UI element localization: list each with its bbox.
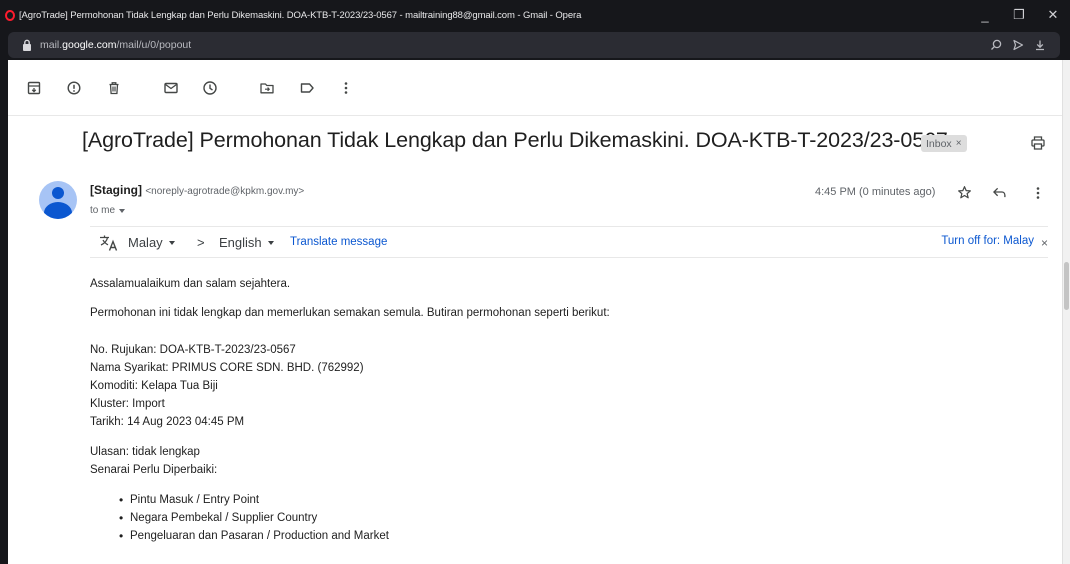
detail-date: Tarikh: 14 Aug 2023 04:45 PM [90, 416, 245, 428]
list-item: Pintu Masuk / Entry Point [119, 494, 259, 507]
list-item: Pengeluaran dan Pasaran / Production and… [119, 530, 389, 543]
close-translate-icon[interactable]: × [1041, 236, 1048, 250]
email-timestamp: 4:45 PM (0 minutes ago) [815, 186, 936, 198]
delete-icon[interactable] [106, 80, 122, 96]
move-to-icon[interactable] [259, 80, 275, 96]
restore-button[interactable]: ❐ [1002, 7, 1036, 23]
inbox-label-badge[interactable]: Inbox × [921, 135, 967, 152]
more-options-icon[interactable] [338, 80, 354, 96]
turn-off-translation-link[interactable]: Turn off for: Malay [941, 235, 1034, 247]
url-field[interactable]: mail.google.com/mail/u/0/popout [8, 32, 1060, 58]
window-title: [AgroTrade] Permohonan Tidak Lengkap dan… [19, 9, 582, 21]
remove-label-icon[interactable]: × [956, 138, 962, 149]
search-icon[interactable] [990, 39, 1002, 51]
chevron-right-icon: > [197, 235, 205, 250]
print-icon[interactable] [1030, 135, 1046, 156]
send-icon[interactable] [1012, 39, 1024, 51]
archive-icon[interactable] [26, 80, 42, 96]
star-icon[interactable] [957, 185, 972, 205]
intro-text: Permohonan ini tidak lengkap dan memerlu… [90, 307, 610, 319]
label-icon[interactable] [299, 80, 315, 96]
translate-message-link[interactable]: Translate message [290, 236, 387, 248]
recipient-toggle[interactable]: to me [90, 205, 126, 216]
reply-icon[interactable] [992, 186, 1007, 204]
detail-reference: No. Rujukan: DOA-KTB-T-2023/23-0567 [90, 344, 296, 356]
sender-avatar [39, 181, 77, 219]
source-language-label: Malay [128, 235, 163, 250]
remark-text: Ulasan: tidak lengkap [90, 446, 200, 458]
window-title-bar: [AgroTrade] Permohonan Tidak Lengkap dan… [0, 0, 1070, 30]
message-toolbar [8, 60, 1062, 116]
lock-icon [22, 39, 32, 51]
address-bar: mail.google.com/mail/u/0/popout [0, 30, 1070, 87]
detail-cluster: Kluster: Import [90, 398, 165, 410]
caret-down-icon [168, 240, 175, 245]
url-text: mail.google.com/mail/u/0/popout [40, 39, 192, 51]
list-item: Negara Pembekal / Supplier Country [119, 512, 317, 525]
scrollbar-thumb[interactable] [1064, 262, 1069, 310]
greeting-text: Assalamualaikum dan salam sejahtera. [90, 278, 291, 290]
email-subject: [AgroTrade] Permohonan Tidak Lengkap dan… [82, 128, 948, 152]
avatar-head [52, 187, 64, 199]
caret-down-icon [267, 240, 274, 245]
sender-info: [Staging] <noreply-agrotrade@kpkm.gov.my… [90, 183, 304, 197]
window-controls: _ ❐ ✕ [968, 0, 1070, 30]
target-language-label: English [219, 235, 262, 250]
sender-email: <noreply-agrotrade@kpkm.gov.my> [145, 186, 305, 197]
mark-unread-icon[interactable] [163, 80, 179, 96]
avatar-body [44, 202, 72, 219]
opera-logo-icon [5, 9, 15, 21]
translate-bar: Malay > English Translate message Turn o… [90, 226, 1048, 258]
window-left-edge [0, 60, 8, 564]
scrollbar-track[interactable] [1062, 60, 1070, 564]
minimize-button[interactable]: _ [968, 8, 1002, 23]
source-language-select[interactable]: Malay [128, 235, 175, 250]
report-spam-icon[interactable] [66, 80, 82, 96]
message-more-icon[interactable] [1031, 185, 1045, 206]
detail-commodity: Komoditi: Kelapa Tua Biji [90, 380, 218, 392]
inbox-label-text: Inbox [926, 137, 952, 150]
sender-name[interactable]: [Staging] [90, 183, 142, 197]
detail-company: Nama Syarikat: PRIMUS CORE SDN. BHD. (76… [90, 362, 364, 374]
target-language-select[interactable]: English [219, 235, 274, 250]
translate-icon [99, 234, 119, 257]
recipient-text: to me [90, 205, 116, 216]
download-icon[interactable] [1034, 39, 1046, 51]
address-actions [990, 32, 1046, 58]
close-window-button[interactable]: ✕ [1036, 7, 1070, 23]
fix-heading: Senarai Perlu Diperbaiki: [90, 464, 218, 476]
snooze-icon[interactable] [202, 80, 218, 96]
chevron-down-icon [119, 209, 126, 213]
